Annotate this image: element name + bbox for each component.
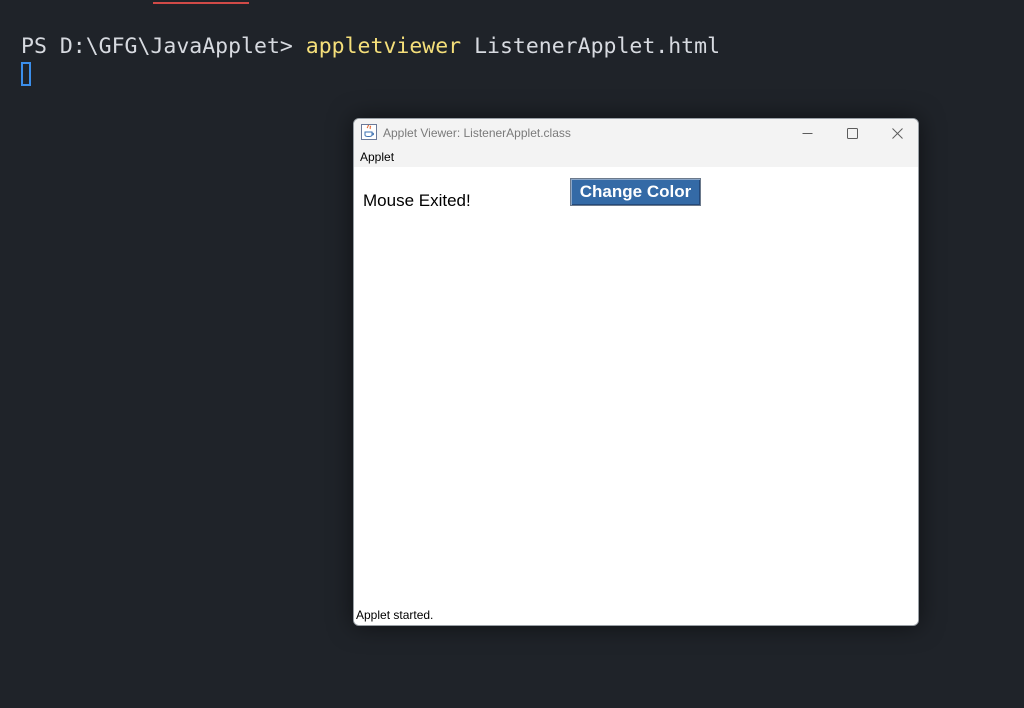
menu-applet[interactable]: Applet: [360, 150, 394, 164]
status-bar: Applet started.: [354, 607, 918, 625]
close-button[interactable]: [874, 119, 918, 147]
terminal-cursor: [21, 62, 31, 86]
window-title: Applet Viewer: ListenerApplet.class: [383, 126, 571, 140]
tab-underline: [153, 2, 249, 4]
menu-bar: Applet: [354, 147, 918, 167]
mouse-status-label: Mouse Exited!: [363, 191, 471, 210]
maximize-button[interactable]: [829, 119, 875, 147]
prompt: PS D:\GFG\JavaApplet>: [21, 34, 306, 59]
title-bar[interactable]: Applet Viewer: ListenerApplet.class: [354, 119, 918, 147]
maximize-icon: [846, 127, 858, 139]
command-argument: ListenerApplet.html: [461, 34, 721, 59]
java-applet-icon: [361, 124, 377, 140]
prompt-line: PS D:\GFG\JavaApplet> appletviewer Liste…: [21, 33, 720, 61]
status-text: Applet started.: [356, 608, 434, 622]
close-icon: [891, 127, 903, 139]
command: appletviewer: [305, 34, 462, 59]
change-color-button[interactable]: Change Color: [570, 178, 701, 206]
applet-area[interactable]: Mouse Exited! Change Color: [354, 167, 918, 607]
applet-viewer-window: Applet Viewer: ListenerApplet.class Appl…: [353, 118, 919, 626]
minimize-button[interactable]: [784, 119, 830, 147]
minimize-icon: [802, 132, 812, 134]
